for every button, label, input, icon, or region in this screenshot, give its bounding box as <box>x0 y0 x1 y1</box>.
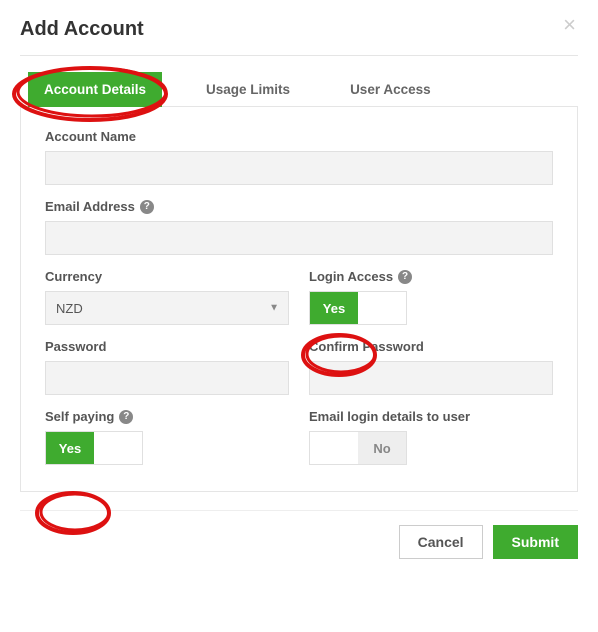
label-currency: Currency <box>45 269 289 284</box>
label-email-login-details: Email login details to user <box>309 409 553 424</box>
field-account-name: Account Name <box>45 129 553 185</box>
confirm-password-input[interactable] <box>309 361 553 395</box>
toggle-blank[interactable] <box>94 432 142 464</box>
submit-button[interactable]: Submit <box>493 525 578 559</box>
field-email-login-details: Email login details to user No <box>309 409 553 465</box>
footer-buttons: Cancel Submit <box>20 525 578 559</box>
close-icon[interactable]: × <box>563 14 576 36</box>
label-self-paying: Self paying <box>45 409 114 424</box>
toggle-no[interactable]: No <box>358 432 406 464</box>
form-panel: Account Name Email Address ? Currency ▼ … <box>20 106 578 492</box>
tab-usage-limits[interactable]: Usage Limits <box>190 72 306 107</box>
currency-select[interactable] <box>45 291 289 325</box>
toggle-blank[interactable] <box>358 292 406 324</box>
password-input[interactable] <box>45 361 289 395</box>
help-icon[interactable]: ? <box>119 410 133 424</box>
toggle-blank[interactable] <box>310 432 358 464</box>
field-email-address: Email Address ? <box>45 199 553 255</box>
label-email-address: Email Address <box>45 199 135 214</box>
modal-title: Add Account <box>20 18 578 41</box>
self-paying-toggle[interactable]: Yes <box>45 431 143 465</box>
field-password: Password <box>45 339 289 395</box>
divider <box>20 510 578 511</box>
field-confirm-password: Confirm Password <box>309 339 553 395</box>
email-login-details-toggle[interactable]: No <box>309 431 407 465</box>
field-self-paying: Self paying ? Yes <box>45 409 289 465</box>
toggle-yes[interactable]: Yes <box>46 432 94 464</box>
help-icon[interactable]: ? <box>398 270 412 284</box>
tab-account-details[interactable]: Account Details <box>28 72 162 107</box>
email-address-input[interactable] <box>45 221 553 255</box>
label-password: Password <box>45 339 289 354</box>
field-login-access: Login Access ? Yes <box>309 269 553 325</box>
label-login-access: Login Access <box>309 269 393 284</box>
tab-row: Account Details Usage Limits User Access <box>28 72 578 107</box>
divider <box>20 55 578 56</box>
tab-user-access[interactable]: User Access <box>334 72 447 107</box>
login-access-toggle[interactable]: Yes <box>309 291 407 325</box>
label-account-name: Account Name <box>45 129 553 144</box>
cancel-button[interactable]: Cancel <box>399 525 483 559</box>
toggle-yes[interactable]: Yes <box>310 292 358 324</box>
label-confirm-password: Confirm Password <box>309 339 553 354</box>
help-icon[interactable]: ? <box>140 200 154 214</box>
account-name-input[interactable] <box>45 151 553 185</box>
field-currency: Currency ▼ <box>45 269 289 325</box>
